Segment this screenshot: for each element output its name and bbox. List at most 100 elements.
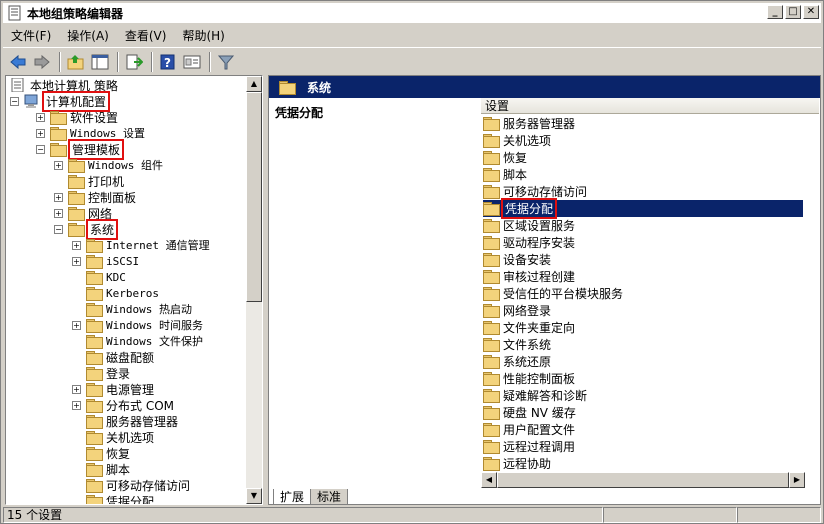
forward-arrow-icon[interactable] xyxy=(31,51,53,73)
toolbar: ? xyxy=(3,47,821,75)
list-item[interactable]: 用户配置文件 xyxy=(483,421,803,438)
list-item[interactable]: 远程过程调用 xyxy=(483,438,803,455)
list-item[interactable]: 可移动存储访问 xyxy=(483,183,803,200)
maximize-button[interactable]: □ xyxy=(785,5,801,19)
list-item[interactable]: 关机选项 xyxy=(483,132,803,149)
collapse-icon[interactable]: − xyxy=(36,144,45,154)
list-item[interactable]: 文件夹重定向 xyxy=(483,319,803,336)
menu-view[interactable]: 查看(V) xyxy=(117,27,175,44)
tree-item[interactable]: + Windows 组件 xyxy=(54,157,163,173)
menu-action[interactable]: 操作(A) xyxy=(59,27,117,44)
tree-item[interactable]: 服务器管理器 xyxy=(72,413,178,429)
list-item-label: 文件系统 xyxy=(503,338,552,352)
expand-icon[interactable]: + xyxy=(54,192,63,202)
folder-icon xyxy=(483,406,500,420)
toolbar-separator xyxy=(59,51,61,72)
scroll-up-button[interactable]: ▲ xyxy=(246,76,262,92)
list-horizontal-scrollbar[interactable]: ◀ ▶ xyxy=(481,472,805,488)
scroll-down-button[interactable]: ▼ xyxy=(246,488,262,504)
show-hide-tree-icon[interactable] xyxy=(89,51,111,73)
expand-icon[interactable]: + xyxy=(36,128,45,138)
list-item[interactable]: 性能控制面板 xyxy=(483,370,803,387)
tree-item[interactable]: KDC xyxy=(72,269,126,285)
export-list-icon[interactable] xyxy=(123,51,145,73)
expand-icon[interactable]: + xyxy=(72,384,81,394)
back-arrow-icon[interactable] xyxy=(7,51,29,73)
tree-item[interactable]: 打印机 xyxy=(54,173,124,189)
list-item[interactable]: 审核过程创建 xyxy=(483,268,803,285)
h-scroll-thumb[interactable] xyxy=(497,472,789,488)
tree-item[interactable]: 关机选项 xyxy=(72,429,154,445)
list-item[interactable]: 硬盘 NV 缓存 xyxy=(483,404,803,421)
tree-item[interactable]: Windows 文件保护 xyxy=(72,333,203,349)
tree-item[interactable]: 凭据分配 xyxy=(72,493,154,504)
list-item-label: 恢复 xyxy=(503,151,528,165)
column-header-settings[interactable]: 设置 xyxy=(481,98,819,114)
list-item[interactable]: 服务器管理器 xyxy=(483,115,803,132)
tree-item[interactable]: + Internet 通信管理 xyxy=(72,237,210,253)
list-item[interactable]: 文件系统 xyxy=(483,336,803,353)
folder-icon xyxy=(86,318,103,333)
list-item-label: 脚本 xyxy=(503,168,528,182)
list-item[interactable]: 脚本 xyxy=(483,166,803,183)
expand-icon[interactable]: + xyxy=(72,256,81,266)
tree-item[interactable]: 本地计算机 策略 xyxy=(10,77,118,93)
tree-item[interactable]: Kerberos xyxy=(72,285,159,301)
tree-item[interactable]: 磁盘配额 xyxy=(72,349,154,365)
tree-item[interactable]: + 软件设置 xyxy=(36,109,118,125)
menu-file[interactable]: 文件(F) xyxy=(3,27,59,44)
filter-icon[interactable] xyxy=(215,51,237,73)
list-item[interactable]: 网络登录 xyxy=(483,302,803,319)
expand-icon[interactable]: + xyxy=(72,240,81,250)
list-item[interactable]: 恢复 xyxy=(483,149,803,166)
tree-item[interactable]: − 系统 xyxy=(54,218,119,240)
list-item[interactable]: 系统还原 xyxy=(483,353,803,370)
help-icon[interactable]: ? xyxy=(157,51,179,73)
tree-item[interactable]: 脚本 xyxy=(72,461,130,477)
tree-item[interactable]: 可移动存储访问 xyxy=(72,477,190,493)
list-item[interactable]: 设备安装 xyxy=(483,251,803,268)
list-item[interactable]: 受信任的平台模块服务 xyxy=(483,285,803,302)
expand-icon[interactable]: + xyxy=(54,160,63,170)
expand-icon[interactable]: + xyxy=(72,320,81,330)
tree-item[interactable]: + 网络 xyxy=(54,205,112,221)
tree-item[interactable]: + 控制面板 xyxy=(54,189,136,205)
tree-item[interactable]: − 管理模板 xyxy=(36,138,125,160)
collapse-icon[interactable]: − xyxy=(54,224,63,234)
collapse-icon[interactable]: − xyxy=(10,96,19,106)
list-item[interactable]: 远程协助 xyxy=(483,455,803,472)
folder-icon xyxy=(483,236,500,250)
menu-help[interactable]: 帮助(H) xyxy=(174,27,232,44)
tree-item[interactable]: 登录 xyxy=(72,365,130,381)
up-folder-icon[interactable] xyxy=(65,51,87,73)
tree-item[interactable]: + 电源管理 xyxy=(72,381,154,397)
folder-icon xyxy=(483,440,500,454)
tab-standard[interactable]: 标准 xyxy=(310,489,349,504)
list-item[interactable]: 区域设置服务 xyxy=(483,217,803,234)
scroll-thumb[interactable] xyxy=(246,92,262,302)
minimize-button[interactable]: _ xyxy=(767,5,783,19)
scroll-left-button[interactable]: ◀ xyxy=(481,472,497,488)
folder-icon xyxy=(86,446,103,461)
list-item[interactable]: 驱动程序安装 xyxy=(483,234,803,251)
tree-item-label: 计算机配置 xyxy=(41,90,111,112)
list-item[interactable]: 凭据分配 xyxy=(483,198,803,219)
close-button[interactable]: ✕ xyxy=(803,5,819,19)
tree-item[interactable]: + Windows 设置 xyxy=(36,125,145,141)
list-item-label: 设备安装 xyxy=(503,253,552,267)
expand-icon[interactable]: + xyxy=(72,400,81,410)
tree-item[interactable]: + 分布式 COM xyxy=(72,397,174,413)
tree-item[interactable]: − 计算机配置 xyxy=(10,90,111,112)
expand-icon[interactable]: + xyxy=(36,112,45,122)
tree-item[interactable]: + Windows 时间服务 xyxy=(72,317,203,333)
tree-item[interactable]: 恢复 xyxy=(72,445,130,461)
tree-vertical-scrollbar[interactable]: ▲ ▼ xyxy=(246,76,262,504)
expand-icon[interactable]: + xyxy=(54,208,63,218)
scroll-right-button[interactable]: ▶ xyxy=(789,472,805,488)
tree-item[interactable]: Windows 热启动 xyxy=(72,301,192,317)
list-item[interactable]: 疑难解答和诊断 xyxy=(483,387,803,404)
properties-icon[interactable] xyxy=(181,51,203,73)
tab-extended[interactable]: 扩展 xyxy=(273,489,312,504)
tree-item[interactable]: + iSCSI xyxy=(72,253,139,269)
folder-icon xyxy=(86,286,103,301)
